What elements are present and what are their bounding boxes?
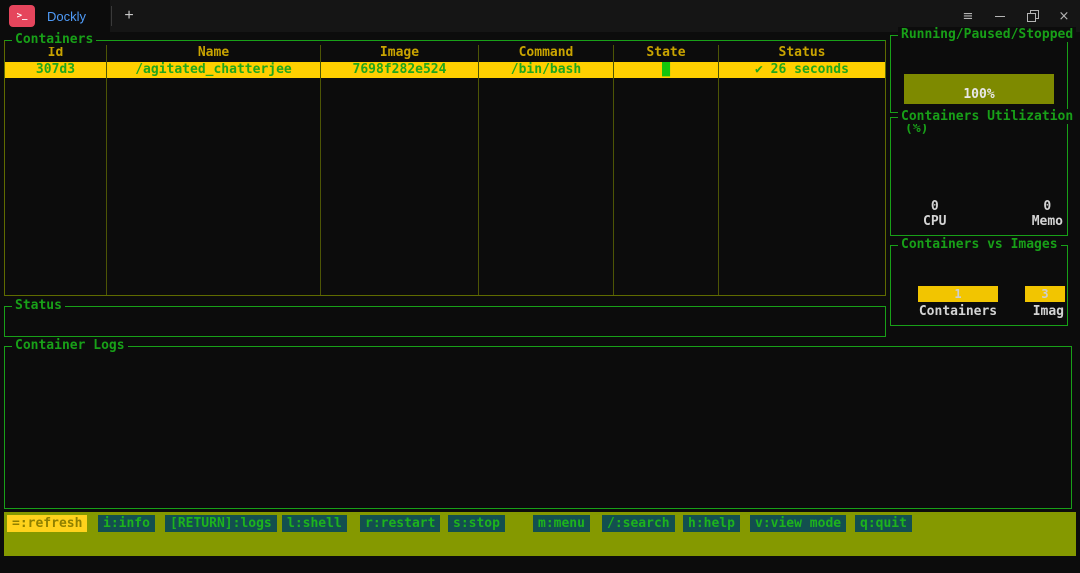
images-bar-label: Imag bbox=[1032, 304, 1064, 319]
running-gauge-bar: 100% bbox=[904, 74, 1054, 104]
column-header-image: Image bbox=[321, 45, 479, 62]
containers-count-bar: 1 bbox=[918, 286, 998, 302]
tab-title: Dockly bbox=[47, 8, 87, 24]
cell-id: 307d3 bbox=[5, 62, 107, 78]
containers-utilization-panel: Containers Utilization (%) 0 CPU 0 Memo bbox=[890, 109, 1077, 236]
toolbar-quit-button[interactable]: q:quit bbox=[855, 515, 912, 532]
cell-image: 7698f282e524 bbox=[321, 62, 479, 78]
toolbar-info-button[interactable]: i:info bbox=[98, 515, 155, 532]
cell-status: ✔ 26 seconds bbox=[755, 62, 849, 77]
images-count-bar: 3 bbox=[1025, 286, 1065, 302]
hotkey-toolbar: =:refresh i:info [RETURN]:logs l:shell r… bbox=[4, 512, 1076, 556]
toolbar-menu-button[interactable]: m:menu bbox=[533, 515, 590, 532]
toolbar-refresh-button[interactable]: =:refresh bbox=[7, 515, 88, 532]
utilization-panel-title: Containers Utilization bbox=[898, 109, 1077, 124]
toolbar-search-button[interactable]: /:search bbox=[602, 515, 675, 532]
memory-label: Memo bbox=[1031, 214, 1063, 229]
memory-stat: 0 Memo bbox=[1032, 199, 1063, 229]
cell-state: █ bbox=[614, 62, 719, 78]
vs-panel-title: Containers vs Images bbox=[898, 237, 1061, 252]
containers-panel-title: Containers bbox=[12, 32, 97, 47]
minimize-glyph bbox=[995, 15, 1005, 17]
toolbar-view-mode-button[interactable]: v:view mode bbox=[750, 515, 847, 532]
column-header-state: State bbox=[614, 45, 719, 62]
status-panel-title: Status bbox=[12, 298, 65, 313]
toolbar-help-button[interactable]: h:help bbox=[683, 515, 740, 532]
containers-panel: Containers Id Name Image Command State S… bbox=[4, 32, 886, 296]
state-running-icon: █ bbox=[662, 62, 670, 77]
terminal-tab[interactable]: >_ Dockly bbox=[0, 0, 110, 32]
containers-table-header: Id Name Image Command State Status bbox=[5, 45, 885, 62]
cell-command: /bin/bash bbox=[479, 62, 614, 78]
toolbar-stop-button[interactable]: s:stop bbox=[448, 515, 505, 532]
status-panel: Status bbox=[4, 298, 886, 337]
running-paused-stopped-panel: Running/Paused/Stopped 100% bbox=[890, 27, 1077, 113]
toolbar-logs-button[interactable]: [RETURN]:logs bbox=[165, 515, 277, 532]
container-row-selected[interactable]: 307d3 /agitated_chatterjee 7698f282e524 … bbox=[5, 62, 885, 78]
cpu-stat: 0 CPU bbox=[923, 199, 946, 229]
container-logs-panel: Container Logs bbox=[4, 338, 1072, 509]
new-tab-button[interactable]: + bbox=[114, 0, 144, 32]
column-header-id: Id bbox=[5, 45, 107, 62]
cpu-value: 0 bbox=[930, 199, 939, 214]
terminal-screen: Containers Id Name Image Command State S… bbox=[0, 27, 1080, 573]
toolbar-shell-button[interactable]: l:shell bbox=[282, 515, 347, 532]
cell-name: /agitated_chatterjee bbox=[107, 62, 321, 78]
toolbar-restart-button[interactable]: r:restart bbox=[360, 515, 441, 532]
gauge-panel-title: Running/Paused/Stopped bbox=[898, 27, 1077, 42]
column-header-command: Command bbox=[479, 45, 614, 62]
container-logs-title: Container Logs bbox=[12, 338, 128, 353]
cpu-label: CPU bbox=[923, 214, 947, 229]
containers-vs-images-panel: Containers vs Images 1 3 Containers Imag bbox=[890, 237, 1068, 326]
restore-glyph bbox=[1026, 10, 1039, 22]
column-header-status: Status bbox=[778, 45, 826, 60]
gauge-percent-label: 100% bbox=[963, 87, 995, 102]
containers-bar-label: Containers bbox=[918, 304, 998, 319]
memory-value: 0 bbox=[1043, 199, 1052, 214]
column-header-name: Name bbox=[107, 45, 321, 62]
terminal-icon: >_ bbox=[9, 5, 35, 27]
tab-separator bbox=[111, 6, 112, 26]
containers-table-body bbox=[5, 78, 885, 295]
